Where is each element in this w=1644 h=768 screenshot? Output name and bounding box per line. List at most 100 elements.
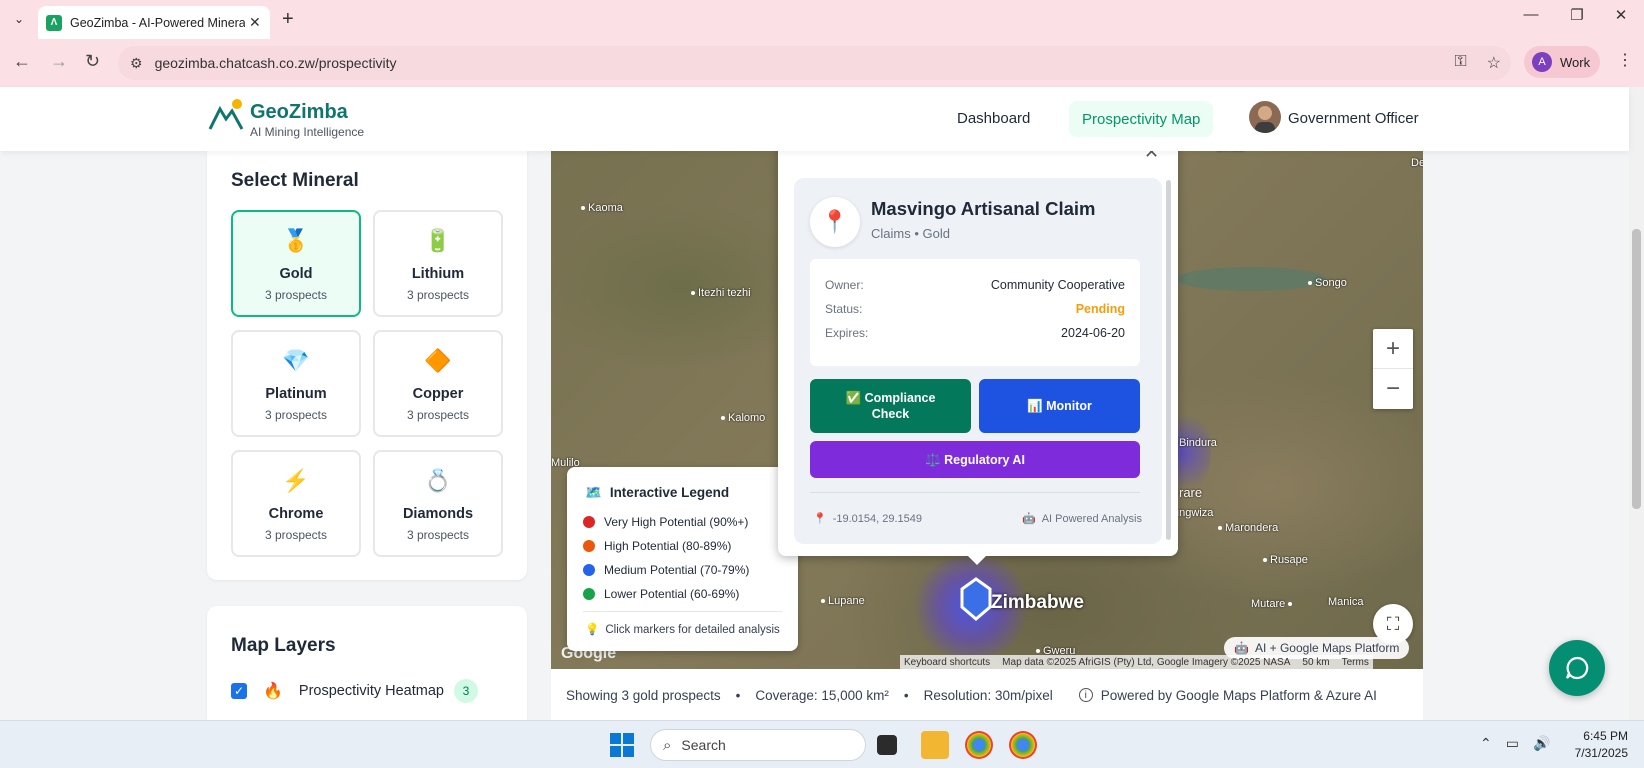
regulatory-ai-button[interactable]: ⚖️ Regulatory AI <box>810 441 1140 478</box>
map-town-label: Kaoma <box>581 202 623 214</box>
tab-close-icon[interactable]: ✕ <box>249 14 261 31</box>
volume-icon[interactable]: 🔊 <box>1533 735 1550 752</box>
mineral-name: Lithium <box>411 266 465 282</box>
claim-subtitle: Claims • Gold <box>871 226 950 241</box>
mineral-name: Chrome <box>268 506 324 522</box>
owner-key: Owner: <box>825 278 864 292</box>
windows-start-icon[interactable] <box>610 733 634 757</box>
password-key-icon[interactable]: ⚿ <box>1454 53 1466 73</box>
legend-divider <box>583 611 782 612</box>
select-mineral-title: Select Mineral <box>231 170 359 191</box>
zoom-in-button[interactable]: + <box>1373 329 1413 369</box>
showing-count: Showing 3 gold prospects <box>566 687 721 703</box>
mineral-name: Copper <box>412 386 464 402</box>
network-icon[interactable]: ▭ <box>1506 735 1519 752</box>
brand-tagline: AI Mining Intelligence <box>250 125 365 139</box>
layer-label: Prospectivity Heatmap <box>298 683 444 699</box>
mineral-card-gold[interactable]: 🥇 Gold 3 prospects <box>231 210 361 317</box>
map-town-label: Kalomo <box>721 412 765 424</box>
lightning-icon: ⚡ <box>282 468 310 493</box>
map-town-label: Manica <box>1328 596 1364 608</box>
brand-title[interactable]: GeoZimba <box>250 101 348 124</box>
legend-dot-orange <box>583 540 595 552</box>
mineral-name: Platinum <box>265 386 327 402</box>
windows-taskbar: ⌕ Search ⌃ ▭ 🔊 6:45 PM 7/31/2025 <box>0 720 1644 768</box>
legend-item[interactable]: Very High Potential (90%+) <box>583 515 748 529</box>
map-town-label: Rusape <box>1263 554 1308 566</box>
file-explorer-icon[interactable] <box>921 731 949 759</box>
monitor-button[interactable]: 📊 Monitor <box>979 379 1140 433</box>
mineral-prospect-count: 3 prospects <box>406 288 470 302</box>
chrome-icon[interactable] <box>1009 731 1037 759</box>
map-status-bar: Showing 3 gold prospects • Coverage: 15,… <box>551 669 1423 721</box>
terms-link[interactable]: Terms <box>1342 657 1369 668</box>
mineral-card-diamonds[interactable]: 💍 Diamonds 3 prospects <box>373 450 503 557</box>
info-window-tail <box>967 555 987 565</box>
mineral-card-copper[interactable]: 🔶 Copper 3 prospects <box>373 330 503 437</box>
url-text[interactable]: geozimba.chatcash.co.zw/prospectivity <box>155 55 397 71</box>
browser-tab[interactable]: Λ GeoZimba - AI-Powered Mineral ✕ <box>38 6 270 39</box>
map-layers-panel <box>207 606 527 736</box>
compliance-check-button[interactable]: ✅ Compliance Check <box>810 379 971 433</box>
mineral-prospect-count: 3 prospects <box>264 288 328 302</box>
omnibox[interactable]: ⚙ geozimba.chatcash.co.zw/prospectivity … <box>118 46 1511 80</box>
owner-value: Community Cooperative <box>990 278 1125 292</box>
map-scale[interactable]: 50 km <box>1302 657 1329 668</box>
task-view-icon[interactable] <box>877 735 897 755</box>
chrome-work-icon[interactable] <box>965 731 993 759</box>
lake <box>1176 267 1326 291</box>
keyboard-shortcuts-link[interactable]: Keyboard shortcuts <box>904 657 990 668</box>
maximize-icon[interactable]: ❐ <box>1554 6 1600 24</box>
zoom-out-button[interactable]: − <box>1373 369 1413 409</box>
bookmark-star-icon[interactable]: ☆ <box>1487 53 1501 73</box>
page-scrollbar-thumb[interactable] <box>1632 229 1641 509</box>
diamond-blue-icon: 💎 <box>282 348 310 373</box>
mineral-card-lithium[interactable]: 🔋 Lithium 3 prospects <box>373 210 503 317</box>
layer-checkbox[interactable]: ✓ <box>231 683 247 699</box>
nav-prospectivity-map[interactable]: Prospectivity Map <box>1069 101 1214 137</box>
layer-row-heatmap[interactable]: ✓ 🔥 Prospectivity Heatmap 3 <box>231 679 478 703</box>
popup-divider <box>810 492 1140 493</box>
window-close-icon[interactable]: ✕ <box>1598 6 1644 24</box>
mineral-card-chrome[interactable]: ⚡ Chrome 3 prospects <box>231 450 361 557</box>
map-town-label: Lupane <box>821 595 865 607</box>
map-town-label: Mutare <box>1251 598 1295 610</box>
browser-menu-icon[interactable]: ⋮ <box>1617 50 1633 70</box>
mineral-prospect-count: 3 prospects <box>406 408 470 422</box>
info-window-scrollbar[interactable] <box>1166 180 1171 540</box>
map-layers-title: Map Layers <box>231 635 336 656</box>
forward-icon[interactable]: → <box>50 51 68 72</box>
page-scrollbar[interactable] <box>1629 87 1644 720</box>
new-tab-icon[interactable]: + <box>282 8 294 31</box>
taskbar-clock[interactable]: 6:45 PM 7/31/2025 <box>1560 728 1628 762</box>
minimize-icon[interactable]: — <box>1508 6 1554 23</box>
map-attribution: Keyboard shortcuts Map data ©2025 AfriGI… <box>900 655 1373 669</box>
legend-item[interactable]: Medium Potential (70-79%) <box>583 563 749 577</box>
nav-dashboard[interactable]: Dashboard <box>957 110 1030 127</box>
back-icon[interactable]: ← <box>13 51 31 72</box>
taskbar-search[interactable]: ⌕ Search <box>650 729 866 761</box>
user-role-label[interactable]: Government Officer <box>1288 110 1419 127</box>
tab-search-dropdown-icon[interactable]: ⌄ <box>8 8 30 30</box>
app-header: GeoZimba AI Mining Intelligence Dashboar… <box>0 87 1629 151</box>
medal-icon: 🥇 <box>282 228 310 253</box>
prospect-marker-icon[interactable] <box>960 577 992 621</box>
reload-icon[interactable]: ↻ <box>85 51 100 72</box>
map-town-label: rare <box>1179 485 1203 500</box>
legend-item[interactable]: Lower Potential (60-69%) <box>583 587 739 601</box>
site-info-icon[interactable]: ⚙ <box>130 55 143 72</box>
info-icon: i <box>1078 688 1093 702</box>
chat-button[interactable] <box>1549 640 1605 696</box>
interactive-legend: 🗺️ Interactive Legend Very High Potential… <box>567 467 798 651</box>
mineral-prospect-count: 3 prospects <box>264 408 328 422</box>
geozimba-favicon-icon: Λ <box>46 14 62 31</box>
map-town-label: Marondera <box>1218 522 1278 534</box>
mineral-card-platinum[interactable]: 💎 Platinum 3 prospects <box>231 330 361 437</box>
profile-button[interactable]: A Work <box>1524 46 1600 78</box>
address-bar-row: ← → ↻ ⚙ geozimba.chatcash.co.zw/prospect… <box>0 39 1644 87</box>
chevron-up-icon[interactable]: ⌃ <box>1480 735 1492 752</box>
legend-item[interactable]: High Potential (80-89%) <box>583 539 731 553</box>
map-town-label: Bindura <box>1179 437 1217 449</box>
claim-details: Owner: Community Cooperative Status: Pen… <box>810 259 1140 366</box>
user-avatar[interactable] <box>1249 101 1281 133</box>
